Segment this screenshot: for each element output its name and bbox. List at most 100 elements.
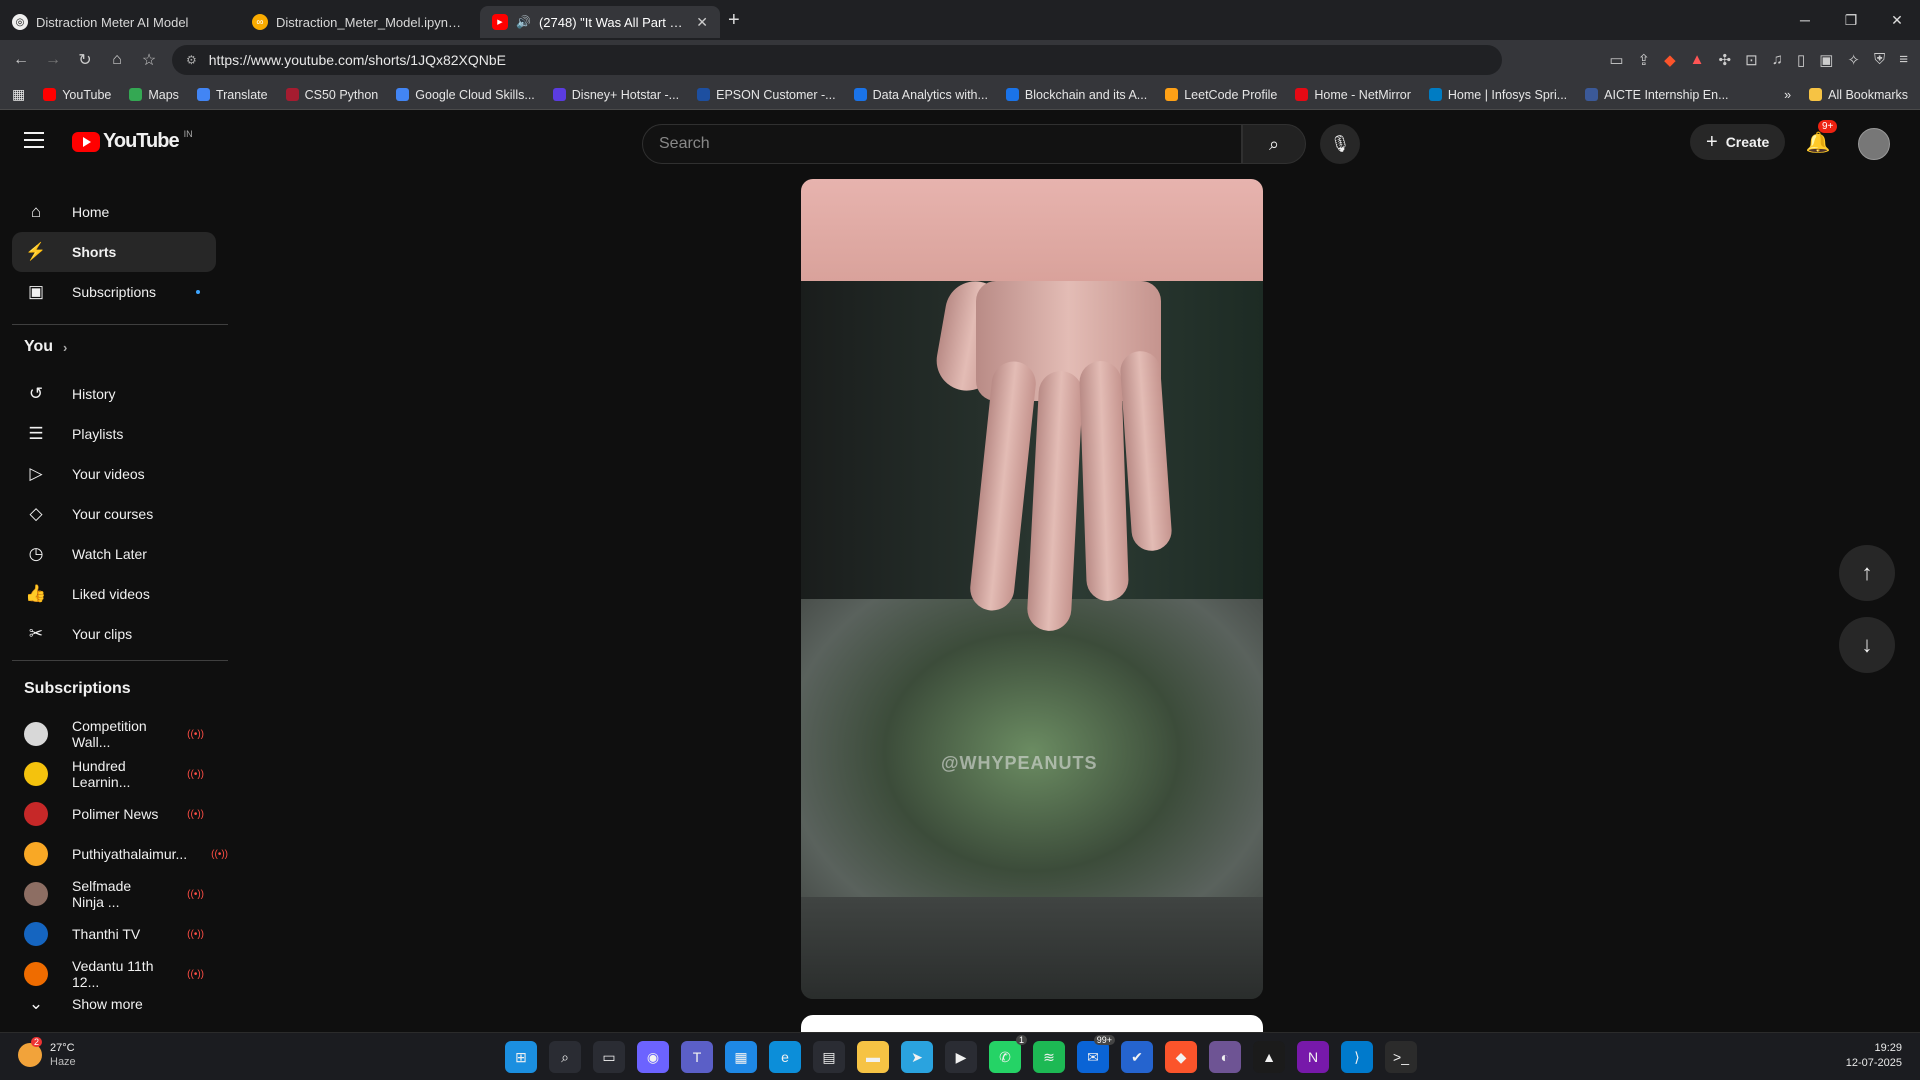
bookmark-item[interactable]: Disney+ Hotstar -... — [552, 88, 679, 102]
app-badge: 99+ — [1093, 1035, 1115, 1045]
bookmark-item[interactable]: CS50 Python — [285, 88, 378, 102]
file-explorer-icon[interactable]: ▬ — [857, 1041, 889, 1073]
brave-rewards-icon[interactable]: ▲ — [1690, 51, 1705, 69]
sidebar-item-subscriptions[interactable]: ▣ Subscriptions — [12, 272, 216, 312]
site-info-icon[interactable]: ⚙ — [186, 53, 197, 67]
sidebar-item-your-courses[interactable]: ◇ Your courses — [12, 494, 216, 534]
browser-tab-1[interactable]: ◎ Distraction Meter AI Model — [0, 6, 240, 38]
browser-tab-2[interactable]: ∞ Distraction_Meter_Model.ipynb - Col — [240, 6, 480, 38]
system-clock[interactable]: 19:29 12-07-2025 — [1846, 1041, 1902, 1071]
search-input[interactable]: Search — [642, 124, 1242, 164]
create-button[interactable]: + Create — [1690, 124, 1786, 160]
menu-icon[interactable]: ≡ — [1899, 51, 1908, 69]
sidebar-item-watch-later[interactable]: ◷ Watch Later — [12, 534, 216, 574]
subscription-channel[interactable]: Hundred Learnin... ((•)) — [12, 754, 216, 794]
brave-shields-icon[interactable]: ◆ — [1664, 51, 1676, 69]
window-controls: ─ ❐ ✕ — [1782, 0, 1920, 40]
bookmark-item[interactable]: LeetCode Profile — [1165, 88, 1277, 102]
edge-icon[interactable]: e — [769, 1041, 801, 1073]
restore-button[interactable]: ❐ — [1828, 0, 1874, 40]
tab-title: Distraction Meter AI Model — [36, 14, 189, 30]
sidebar-item-history[interactable]: ↺ History — [12, 374, 216, 414]
subscription-channel[interactable]: Polimer News ((•)) — [12, 794, 216, 834]
telegram-icon[interactable]: ➤ — [901, 1041, 933, 1073]
cast-icon[interactable]: ▭ — [1609, 51, 1623, 69]
affinity-icon[interactable]: ▲ — [1253, 1041, 1285, 1073]
task-view-icon[interactable]: ▭ — [593, 1041, 625, 1073]
leo-ai-icon[interactable]: ✧ — [1847, 51, 1860, 69]
subscription-channel[interactable]: Competition Wall... ((•)) — [12, 714, 216, 754]
live-indicator-icon: ((•)) — [211, 848, 228, 860]
all-bookmarks-folder[interactable]: All Bookmarks — [1809, 88, 1908, 102]
new-tab-button[interactable]: + — [728, 9, 740, 32]
back-icon[interactable]: ← — [12, 51, 30, 69]
reload-icon[interactable]: ↻ — [76, 50, 94, 70]
bookmark-item[interactable]: Blockchain and its A... — [1005, 88, 1147, 102]
search-button[interactable]: ⌕ — [1242, 124, 1306, 164]
bookmark-item[interactable]: Maps — [129, 88, 179, 102]
weather-widget[interactable]: 2 27°C Haze — [18, 1037, 76, 1069]
whatsapp-icon[interactable]: ✆ 1 — [989, 1035, 1027, 1073]
sidebar-item-liked-videos[interactable]: 👍 Liked videos — [12, 574, 216, 614]
avatar[interactable] — [1858, 128, 1890, 160]
store-icon[interactable]: ▤ — [813, 1041, 845, 1073]
onenote-icon[interactable]: N — [1297, 1041, 1329, 1073]
youtube-logo[interactable]: YouTube IN — [72, 129, 193, 153]
search-icon[interactable]: ⌕ — [549, 1041, 581, 1073]
apps-grid-icon[interactable]: ▦ — [12, 86, 25, 103]
bookmark-item[interactable]: Data Analytics with... — [853, 88, 988, 102]
sidebar-item-your-videos[interactable]: ▷ Your videos — [12, 454, 216, 494]
forward-icon[interactable]: → — [44, 51, 62, 69]
previous-short-button[interactable]: ↑ — [1839, 545, 1895, 601]
bookmark-item[interactable]: Home - NetMirror — [1295, 88, 1411, 102]
bookmark-item[interactable]: Translate — [196, 88, 268, 102]
show-more-button[interactable]: ⌄ Show more — [12, 984, 216, 1024]
terminal-icon[interactable]: >_ — [1385, 1041, 1417, 1073]
bookmark-item[interactable]: YouTube — [43, 88, 111, 102]
wallet-icon[interactable]: ▣ — [1819, 51, 1833, 69]
bookmark-item[interactable]: Home | Infosys Spri... — [1428, 88, 1567, 102]
sidebar-item-home[interactable]: ⌂ Home — [12, 192, 216, 232]
you-section-heading[interactable]: You › — [24, 338, 67, 356]
spotify-icon[interactable]: ≋ — [1033, 1041, 1065, 1073]
outlook-icon[interactable]: ✉ 99+ — [1077, 1035, 1115, 1073]
brave-icon[interactable]: ◆ — [1165, 1041, 1197, 1073]
share-icon[interactable]: ⇪ — [1638, 51, 1651, 69]
bookmark-icon[interactable]: ☆ — [140, 50, 158, 70]
browser-tab-3[interactable]: ▶ 🔊 (2748) "It Was All Part Of His I ✕ — [480, 6, 720, 38]
teams-icon[interactable]: T — [681, 1041, 713, 1073]
media-icon[interactable]: ♫ — [1772, 51, 1783, 69]
todo-icon[interactable]: ✔ — [1121, 1041, 1153, 1073]
page-scrollbar[interactable] — [1908, 110, 1920, 1032]
subscription-channel[interactable]: Thanthi TV ((•)) — [12, 914, 216, 954]
sidebar-toggle-icon[interactable]: ▯ — [1797, 51, 1805, 69]
bookmark-item[interactable]: AICTE Internship En... — [1585, 88, 1729, 102]
guide-menu-icon[interactable] — [24, 132, 44, 148]
close-window-button[interactable]: ✕ — [1874, 0, 1920, 40]
minimize-button[interactable]: ─ — [1782, 0, 1828, 40]
screenshot-icon[interactable]: ⊡ — [1745, 51, 1758, 69]
close-tab-icon[interactable]: ✕ — [696, 14, 708, 31]
more-bookmarks-icon[interactable]: » — [1784, 88, 1791, 102]
bookmark-item[interactable]: Google Cloud Skills... — [396, 88, 535, 102]
sidebar-item-your-clips[interactable]: ✂ Your clips — [12, 614, 216, 654]
vpn-icon[interactable]: ⛨ — [1874, 51, 1885, 69]
subscription-channel[interactable]: Selfmade Ninja ... ((•)) — [12, 874, 216, 914]
next-short-button[interactable]: ↓ — [1839, 617, 1895, 673]
voice-search-button[interactable]: 🎙 — [1320, 124, 1360, 164]
github-desktop-icon[interactable]: ◐ — [1209, 1041, 1241, 1073]
bookmark-item[interactable]: EPSON Customer -... — [697, 88, 836, 102]
shorts-video-player[interactable]: @WHYPEANUTS — [801, 179, 1263, 999]
app-badge: 1 — [1015, 1035, 1027, 1045]
home-icon[interactable]: ⌂ — [108, 51, 126, 69]
media-player-icon[interactable]: ▶ — [945, 1041, 977, 1073]
vscode-icon[interactable]: ⟩ — [1341, 1041, 1373, 1073]
address-bar[interactable]: ⚙ https://www.youtube.com/shorts/1JQx82X… — [172, 45, 1502, 75]
extensions-icon[interactable]: ✣ — [1719, 51, 1732, 69]
sidebar-item-shorts[interactable]: ⚡ Shorts — [12, 232, 216, 272]
sidebar-item-playlists[interactable]: ☰ Playlists — [12, 414, 216, 454]
copilot-icon[interactable]: ◉ — [637, 1041, 669, 1073]
windows-start-icon[interactable]: ⊞ — [505, 1041, 537, 1073]
widget-icon[interactable]: ▦ — [725, 1041, 757, 1073]
subscription-channel[interactable]: Puthiyathalaimur... ((•)) — [12, 834, 228, 874]
